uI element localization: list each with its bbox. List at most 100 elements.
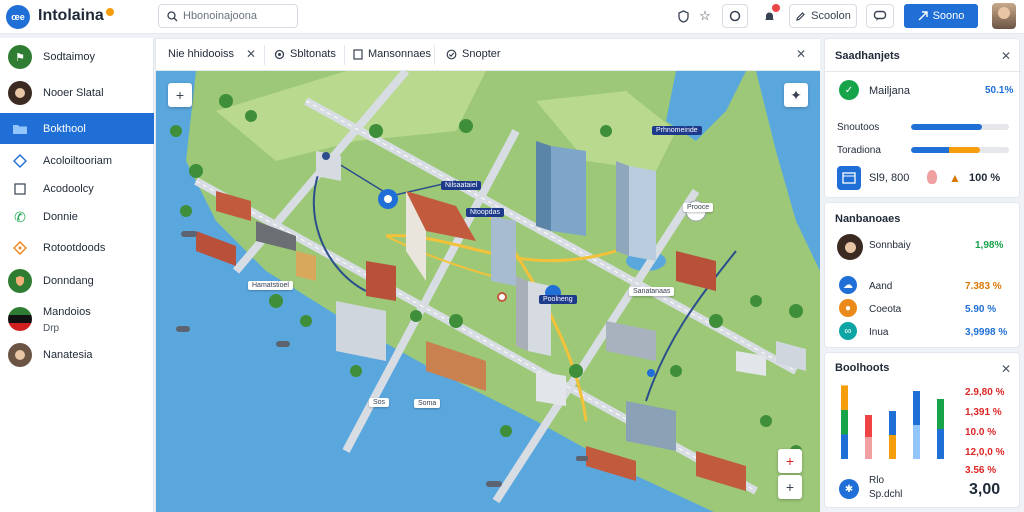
sidebar-item-label: Nooer Slatal [43, 87, 104, 99]
chat-icon [873, 10, 887, 21]
row-label: Sonnbaiy [869, 240, 911, 251]
map-label[interactable]: Prhnomeinde [652, 126, 702, 135]
avatar[interactable] [837, 234, 863, 260]
app-logo[interactable]: œe [6, 5, 30, 29]
chart-value: 1,391 % [965, 407, 1002, 418]
summary-card: Saadhanjets ✕ ✓ Mailjana 50.1% Snoutoos … [824, 38, 1021, 198]
sidebar-item-7[interactable]: Donndang [0, 268, 154, 294]
tab-label: Nie hhidooiss [168, 48, 235, 60]
chart-bar [913, 391, 920, 425]
map-label[interactable]: Sos [369, 398, 390, 407]
square-icon [8, 177, 32, 201]
map-label[interactable]: Hamatstioel [248, 281, 293, 290]
chart-bar [937, 429, 944, 459]
map-label[interactable]: Ntoopdas [466, 208, 504, 217]
search-input[interactable] [183, 8, 293, 24]
sidebar-item-label: Donndang [43, 275, 94, 287]
primary-button-label: Soono [932, 10, 965, 22]
sidebar-item-0[interactable]: ⚑ Sodtaimoy [0, 42, 154, 72]
tab-2[interactable]: Mansonnaes [353, 48, 431, 60]
city-map[interactable] [156, 71, 820, 512]
row-value: 5.90 % [965, 304, 997, 315]
star-icon[interactable]: ☆ [696, 7, 714, 25]
map-label[interactable]: Poolneng [539, 295, 577, 304]
chart-value: 2.9,80 % [965, 387, 1005, 398]
send-icon [918, 11, 928, 21]
map-label[interactable]: Nilsaataiel [441, 181, 482, 190]
check-icon: ✓ [839, 80, 859, 100]
tab-bar: Nie hhidooiss ✕ Sbltonats Mansonnaes Sno… [156, 39, 820, 71]
reports-card: Boolhoots ✕ 2.9,80 % 1,391 % 10.0 % 12,0… [824, 352, 1020, 508]
sidebar: ⚑ Sodtaimoy Nooer Slatal Bokthool Acoloi… [0, 38, 154, 512]
chart-value: 12,0,0 % [965, 447, 1005, 458]
chart-value: 10.0 % [965, 427, 997, 438]
sidebar-item-8[interactable]: Mandoios [0, 304, 154, 334]
map-label[interactable]: Prooce [683, 203, 714, 212]
footer-value: 3,00 [969, 481, 1001, 498]
sidebar-item-4[interactable]: Acodoolcy [0, 176, 154, 202]
cloud-icon: ☁ [839, 276, 857, 294]
shield-icon[interactable] [674, 7, 692, 25]
sidebar-item-3[interactable]: Acoloiltooriam [0, 148, 154, 174]
zoom-in-bottom-button[interactable]: + [778, 475, 802, 499]
search-box[interactable] [158, 4, 298, 28]
members-card: Nanbanoaes Sonnbaiy 1,98% ☁ Aand 7.383 %… [824, 202, 1020, 348]
sidebar-item-label: Acodoolcy [43, 183, 94, 195]
close-icon[interactable]: ✕ [1001, 362, 1011, 376]
compass-icon[interactable]: ✦ [784, 83, 808, 107]
calendar-icon[interactable] [837, 166, 861, 190]
tab-divider [264, 45, 265, 65]
action-button-label: Scoolon [811, 10, 851, 22]
close-icon[interactable]: ✕ [796, 47, 806, 61]
sidebar-item-label: Acoloiltooriam [43, 155, 113, 167]
sidebar-item-label: Nanatesia [43, 349, 93, 361]
tab-label: Snopter [462, 48, 501, 60]
row-label: Coeota [869, 304, 902, 315]
map-label[interactable]: Sanatanaas [629, 287, 675, 296]
circle-icon [729, 10, 741, 22]
chart-bar [841, 385, 848, 410]
flag-icon: ⚑ [8, 45, 32, 69]
sidebar-item-2[interactable]: Bokthool [0, 113, 154, 144]
action-button[interactable]: Scoolon [789, 4, 857, 28]
primary-button[interactable]: Soono [904, 4, 978, 28]
chat-button[interactable] [866, 4, 894, 28]
sidebar-item-label: Sodtaimoy [43, 51, 95, 63]
map-label[interactable]: Soma [414, 399, 441, 408]
shield-badge-icon [8, 269, 32, 293]
chart-bar [889, 411, 896, 435]
doc-icon [353, 48, 363, 60]
chart-bar [865, 415, 872, 437]
chart-bar [865, 437, 872, 459]
sidebar-item-9[interactable]: Nanatesia [0, 342, 154, 368]
locate-button[interactable]: + [778, 449, 802, 473]
status-button[interactable] [722, 4, 748, 28]
flag-round-icon [8, 307, 32, 331]
user-avatar[interactable] [992, 3, 1016, 29]
zoom-in-button[interactable]: + [168, 83, 192, 107]
row-label: Inua [869, 327, 889, 338]
head-percent: 50.1% [985, 85, 1014, 96]
sidebar-item-sub: Drp [43, 323, 60, 334]
sidebar-item-5[interactable]: ✆ Donnie [0, 204, 154, 230]
tab-label: Sbltonats [290, 48, 336, 60]
tab-1[interactable]: Sbltonats [274, 48, 336, 60]
footer-sub: Sp.dchl [869, 489, 903, 500]
chart-bar [889, 435, 896, 459]
tab-divider [434, 45, 435, 65]
bell-gold-icon: ▲ [949, 171, 961, 185]
progress-track [911, 124, 1009, 130]
tab-3[interactable]: Snopter [446, 48, 501, 60]
footer-value: Sl9, 800 [869, 172, 910, 184]
map-view[interactable]: Nilsaataiel Ntoopdas Prhnomeinde Hamatst… [156, 71, 820, 512]
sidebar-item-1[interactable]: Nooer Slatal [0, 78, 154, 108]
chart-bar [937, 399, 944, 429]
map-panel: Nie hhidooiss ✕ Sbltonats Mansonnaes Sno… [155, 38, 820, 512]
avatar-icon [8, 343, 32, 367]
sidebar-item-label: Donnie [43, 211, 78, 223]
sidebar-item-6[interactable]: Rotootdoods [0, 235, 154, 261]
close-icon[interactable]: ✕ [1001, 49, 1011, 63]
top-bar: œe Intolaina ☆ Scoolon Soono [0, 0, 1024, 34]
close-icon[interactable]: ✕ [246, 47, 256, 61]
tab-0[interactable]: Nie hhidooiss [168, 48, 234, 60]
